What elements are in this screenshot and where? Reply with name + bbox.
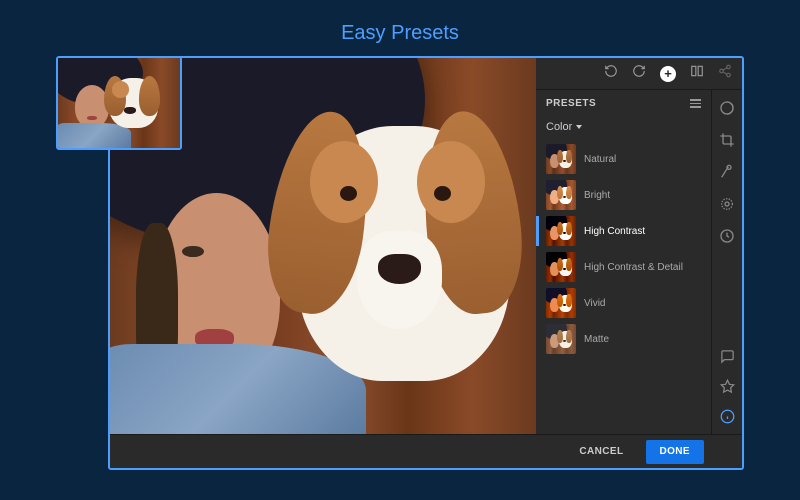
preset-list: Natural Bright High Contrast High Contrast … xyxy=(536,141,711,434)
comment-icon[interactable] xyxy=(719,348,735,364)
redo-icon[interactable] xyxy=(632,64,646,83)
side-tools xyxy=(712,90,742,434)
share-icon[interactable] xyxy=(718,64,732,83)
preset-label: Matte xyxy=(584,334,609,345)
preset-label: High Contrast & Detail xyxy=(584,262,683,273)
preset-thumbnail xyxy=(546,324,576,354)
compare-icon[interactable] xyxy=(690,64,704,83)
add-icon[interactable]: + xyxy=(660,66,676,82)
preset-thumbnail xyxy=(546,288,576,318)
masking-tool-icon[interactable] xyxy=(719,196,735,212)
panel-menu-icon[interactable] xyxy=(690,99,701,108)
preset-item[interactable]: High Contrast xyxy=(542,213,709,249)
preset-thumbnail xyxy=(546,252,576,282)
preset-item[interactable]: Matte xyxy=(542,321,709,357)
footer: CANCEL DONE xyxy=(110,434,742,468)
done-button[interactable]: DONE xyxy=(646,440,705,464)
page-title: Easy Presets xyxy=(0,22,800,45)
chevron-down-icon xyxy=(576,125,582,129)
history-tool-icon[interactable] xyxy=(719,228,735,244)
preset-item[interactable]: Vivid xyxy=(542,285,709,321)
edit-tool-icon[interactable] xyxy=(719,100,735,116)
editor-window: + PRESETS Color Natural Bright High Contra… xyxy=(108,56,744,470)
preset-thumbnail xyxy=(546,144,576,174)
preset-item[interactable]: Natural xyxy=(542,141,709,177)
healing-tool-icon[interactable] xyxy=(719,164,735,180)
preset-label: High Contrast xyxy=(584,226,645,237)
right-panel: + PRESETS Color Natural Bright High Contra… xyxy=(536,58,742,434)
crop-tool-icon[interactable] xyxy=(719,132,735,148)
star-icon[interactable] xyxy=(719,378,735,394)
preset-thumbnail xyxy=(546,180,576,210)
preset-thumbnail xyxy=(546,216,576,246)
cancel-button[interactable]: CANCEL xyxy=(565,440,637,464)
category-label: Color xyxy=(546,121,572,133)
preset-label: Natural xyxy=(584,154,616,165)
panel-title: PRESETS xyxy=(546,98,596,109)
preset-label: Bright xyxy=(584,190,610,201)
top-toolbar: + xyxy=(536,58,742,90)
preset-item[interactable]: Bright xyxy=(542,177,709,213)
info-icon[interactable] xyxy=(719,408,735,424)
preset-category-dropdown[interactable]: Color xyxy=(536,117,711,141)
original-thumbnail[interactable] xyxy=(56,56,182,150)
undo-icon[interactable] xyxy=(604,64,618,83)
preset-label: Vivid xyxy=(584,298,606,309)
presets-panel: PRESETS Color Natural Bright High Contrast… xyxy=(536,90,712,434)
preset-item[interactable]: High Contrast & Detail xyxy=(542,249,709,285)
